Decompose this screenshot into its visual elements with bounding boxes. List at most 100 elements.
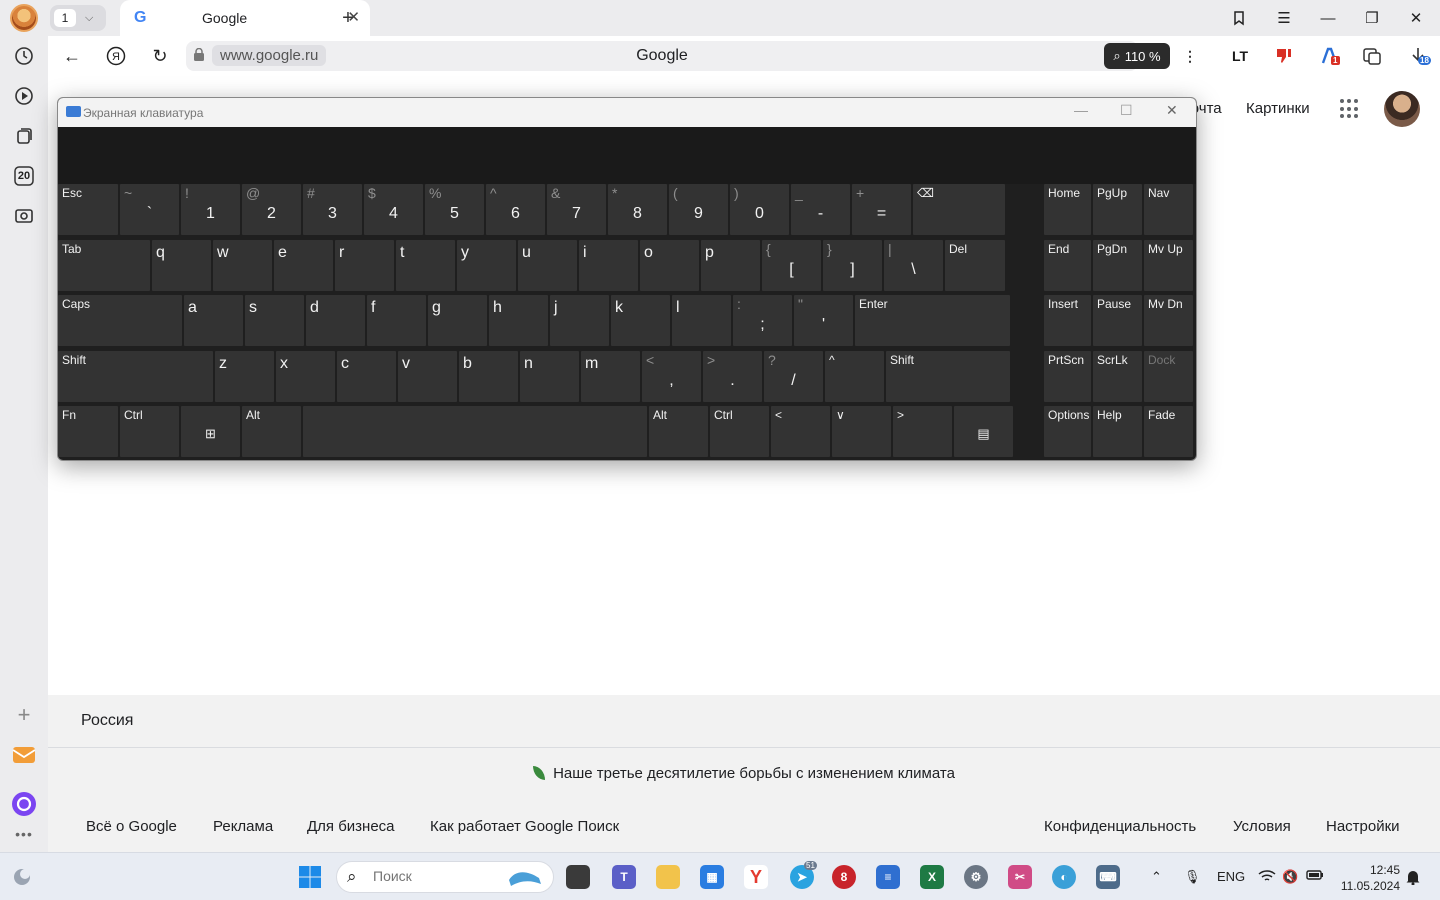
feedback-hub-icon[interactable]: ◐ xyxy=(1052,865,1076,889)
key-help[interactable]: Help xyxy=(1093,406,1142,457)
key-home[interactable]: Home xyxy=(1044,184,1091,235)
snipping-tool-icon[interactable]: ✂ xyxy=(1008,865,1032,889)
climate-text[interactable]: Наше третье десятилетие борьбы с изменен… xyxy=(553,765,955,782)
microphone-icon[interactable]: 🎙 xyxy=(1184,869,1201,885)
weather-icon[interactable] xyxy=(10,865,34,889)
key-l[interactable]: l xyxy=(672,295,731,346)
notification-bell-icon[interactable] xyxy=(1406,869,1420,888)
bookmarks-panel-icon[interactable] xyxy=(1228,7,1250,29)
key-c[interactable]: c xyxy=(337,351,396,402)
key-symbol-1-12[interactable]: }] xyxy=(823,240,882,291)
file-explorer-icon[interactable] xyxy=(656,865,680,889)
key-symbol-4-7[interactable]: < xyxy=(771,406,830,457)
calendar-icon[interactable]: 20 xyxy=(10,162,38,190)
key-j[interactable]: j xyxy=(550,295,609,346)
key-symbol-0-12[interactable]: _ - xyxy=(791,184,850,235)
new-tab-button[interactable]: + xyxy=(336,6,360,30)
key-shift-3-12[interactable]: Shift xyxy=(886,351,1010,402)
more-icon[interactable]: ••• xyxy=(10,820,38,848)
key-backspace[interactable]: ⌫ xyxy=(913,184,1005,235)
key-symbol-4-8[interactable]: ∨ xyxy=(832,406,891,457)
taskbar-search-input[interactable] xyxy=(373,868,503,884)
key-shift-3-0[interactable]: Shift xyxy=(58,351,213,402)
menu-icon[interactable]: ☰ xyxy=(1273,7,1295,29)
google-account-avatar[interactable] xyxy=(1384,91,1420,127)
dislike-extension-icon[interactable] xyxy=(1272,44,1296,68)
yandex-music-icon[interactable]: 8 xyxy=(832,865,856,889)
collections-icon[interactable] xyxy=(10,122,38,150)
key-symbol-2-10[interactable]: :; xyxy=(733,295,792,346)
key-y[interactable]: y xyxy=(457,240,516,291)
key-k[interactable]: k xyxy=(611,295,670,346)
footer-link-terms[interactable]: Условия xyxy=(1233,818,1291,835)
key-h[interactable]: h xyxy=(489,295,548,346)
volume-muted-icon[interactable]: 🔇 xyxy=(1282,869,1298,885)
key-symbol-4-9[interactable]: > xyxy=(893,406,952,457)
key-a[interactable]: a xyxy=(184,295,243,346)
images-link[interactable]: Картинки xyxy=(1246,100,1310,117)
tab-google[interactable]: G Google ✕ xyxy=(120,0,370,36)
key-x[interactable]: x xyxy=(276,351,335,402)
key-alt-4-3[interactable]: Alt xyxy=(242,406,301,457)
key-symbol-0-4[interactable]: #3 xyxy=(303,184,362,235)
excel-icon[interactable]: X xyxy=(920,865,944,889)
google-apps-icon[interactable] xyxy=(1340,99,1360,119)
key-esc-0-0[interactable]: Esc xyxy=(58,184,118,235)
footer-link-settings[interactable]: Настройки xyxy=(1326,818,1400,835)
key-symbol-1-11[interactable]: {[ xyxy=(762,240,821,291)
key-prtscn[interactable]: PrtScn xyxy=(1044,351,1091,402)
key-s[interactable]: s xyxy=(245,295,304,346)
key-ctrl-4-1[interactable]: Ctrl xyxy=(120,406,179,457)
alice-assistant-icon[interactable] xyxy=(10,790,38,818)
battery-icon[interactable] xyxy=(1306,869,1324,884)
key-f[interactable]: f xyxy=(367,295,426,346)
key-fade[interactable]: Fade xyxy=(1144,406,1193,457)
screenshot-icon[interactable] xyxy=(10,202,38,230)
more-vertical-icon[interactable]: ⋮ xyxy=(1178,44,1202,68)
back-arrow-icon[interactable]: ← xyxy=(60,44,84,68)
yandex-browser-icon[interactable]: Y xyxy=(744,865,768,889)
key-options[interactable]: Options xyxy=(1044,406,1091,457)
key-insert[interactable]: Insert xyxy=(1044,295,1091,346)
system-clock[interactable]: 12:45 11.05.2024 xyxy=(1336,862,1400,894)
lt-extension-icon[interactable]: LT xyxy=(1228,44,1252,68)
key-del-1-14[interactable]: Del xyxy=(945,240,1005,291)
key-symbol-0-11[interactable]: ) 0 xyxy=(730,184,789,235)
key-tab-1-0[interactable]: Tab xyxy=(58,240,150,291)
settings-gear-icon[interactable]: ⚙ xyxy=(964,865,988,889)
key-symbol-0-10[interactable]: (9 xyxy=(669,184,728,235)
footer-link-privacy[interactable]: Конфиденциальность xyxy=(1044,818,1196,835)
key-symbol-0-13[interactable]: + = xyxy=(852,184,911,235)
key-scrlk[interactable]: ScrLk xyxy=(1093,351,1142,402)
history-icon[interactable] xyxy=(10,42,38,70)
key-i[interactable]: i xyxy=(579,240,638,291)
key-mv-up[interactable]: Mv Up xyxy=(1144,240,1193,291)
key-pgdn[interactable]: PgDn xyxy=(1093,240,1142,291)
key-symbol-0-3[interactable]: @2 xyxy=(242,184,301,235)
mail-icon[interactable] xyxy=(10,741,38,769)
chevron-down-icon[interactable]: ⌵ xyxy=(85,12,93,25)
key-r[interactable]: r xyxy=(335,240,394,291)
key-symbol-3-9[interactable]: >. xyxy=(703,351,762,402)
wifi-icon[interactable] xyxy=(1258,869,1276,886)
key-u[interactable]: u xyxy=(518,240,577,291)
tray-overflow-chevron-icon[interactable]: ⌃ xyxy=(1151,869,1162,885)
key-context-menu-icon[interactable]: ▤ xyxy=(954,406,1013,457)
key-dock[interactable]: Dock xyxy=(1144,351,1193,402)
key-symbol-0-7[interactable]: ^ 6 xyxy=(486,184,545,235)
notepad-icon[interactable]: ≡ xyxy=(876,865,900,889)
teams-icon[interactable]: T xyxy=(612,865,636,889)
key-space[interactable] xyxy=(303,406,647,457)
key-o[interactable]: o xyxy=(640,240,699,291)
key-windows-icon[interactable]: ⊞ xyxy=(181,406,240,457)
add-panel-icon[interactable]: + xyxy=(10,701,38,729)
key-fn-4-0[interactable]: Fn xyxy=(58,406,118,457)
footer-link-business[interactable]: Для бизнеса xyxy=(307,818,395,835)
task-view-icon[interactable] xyxy=(566,865,590,889)
key-v[interactable]: v xyxy=(398,351,457,402)
address-bar[interactable]: www.google.ru Google xyxy=(186,41,1138,71)
on-screen-keyboard-taskbar-icon[interactable]: ⌨ xyxy=(1096,865,1120,889)
key-w[interactable]: w xyxy=(213,240,272,291)
key-z[interactable]: z xyxy=(215,351,274,402)
key-b[interactable]: b xyxy=(459,351,518,402)
